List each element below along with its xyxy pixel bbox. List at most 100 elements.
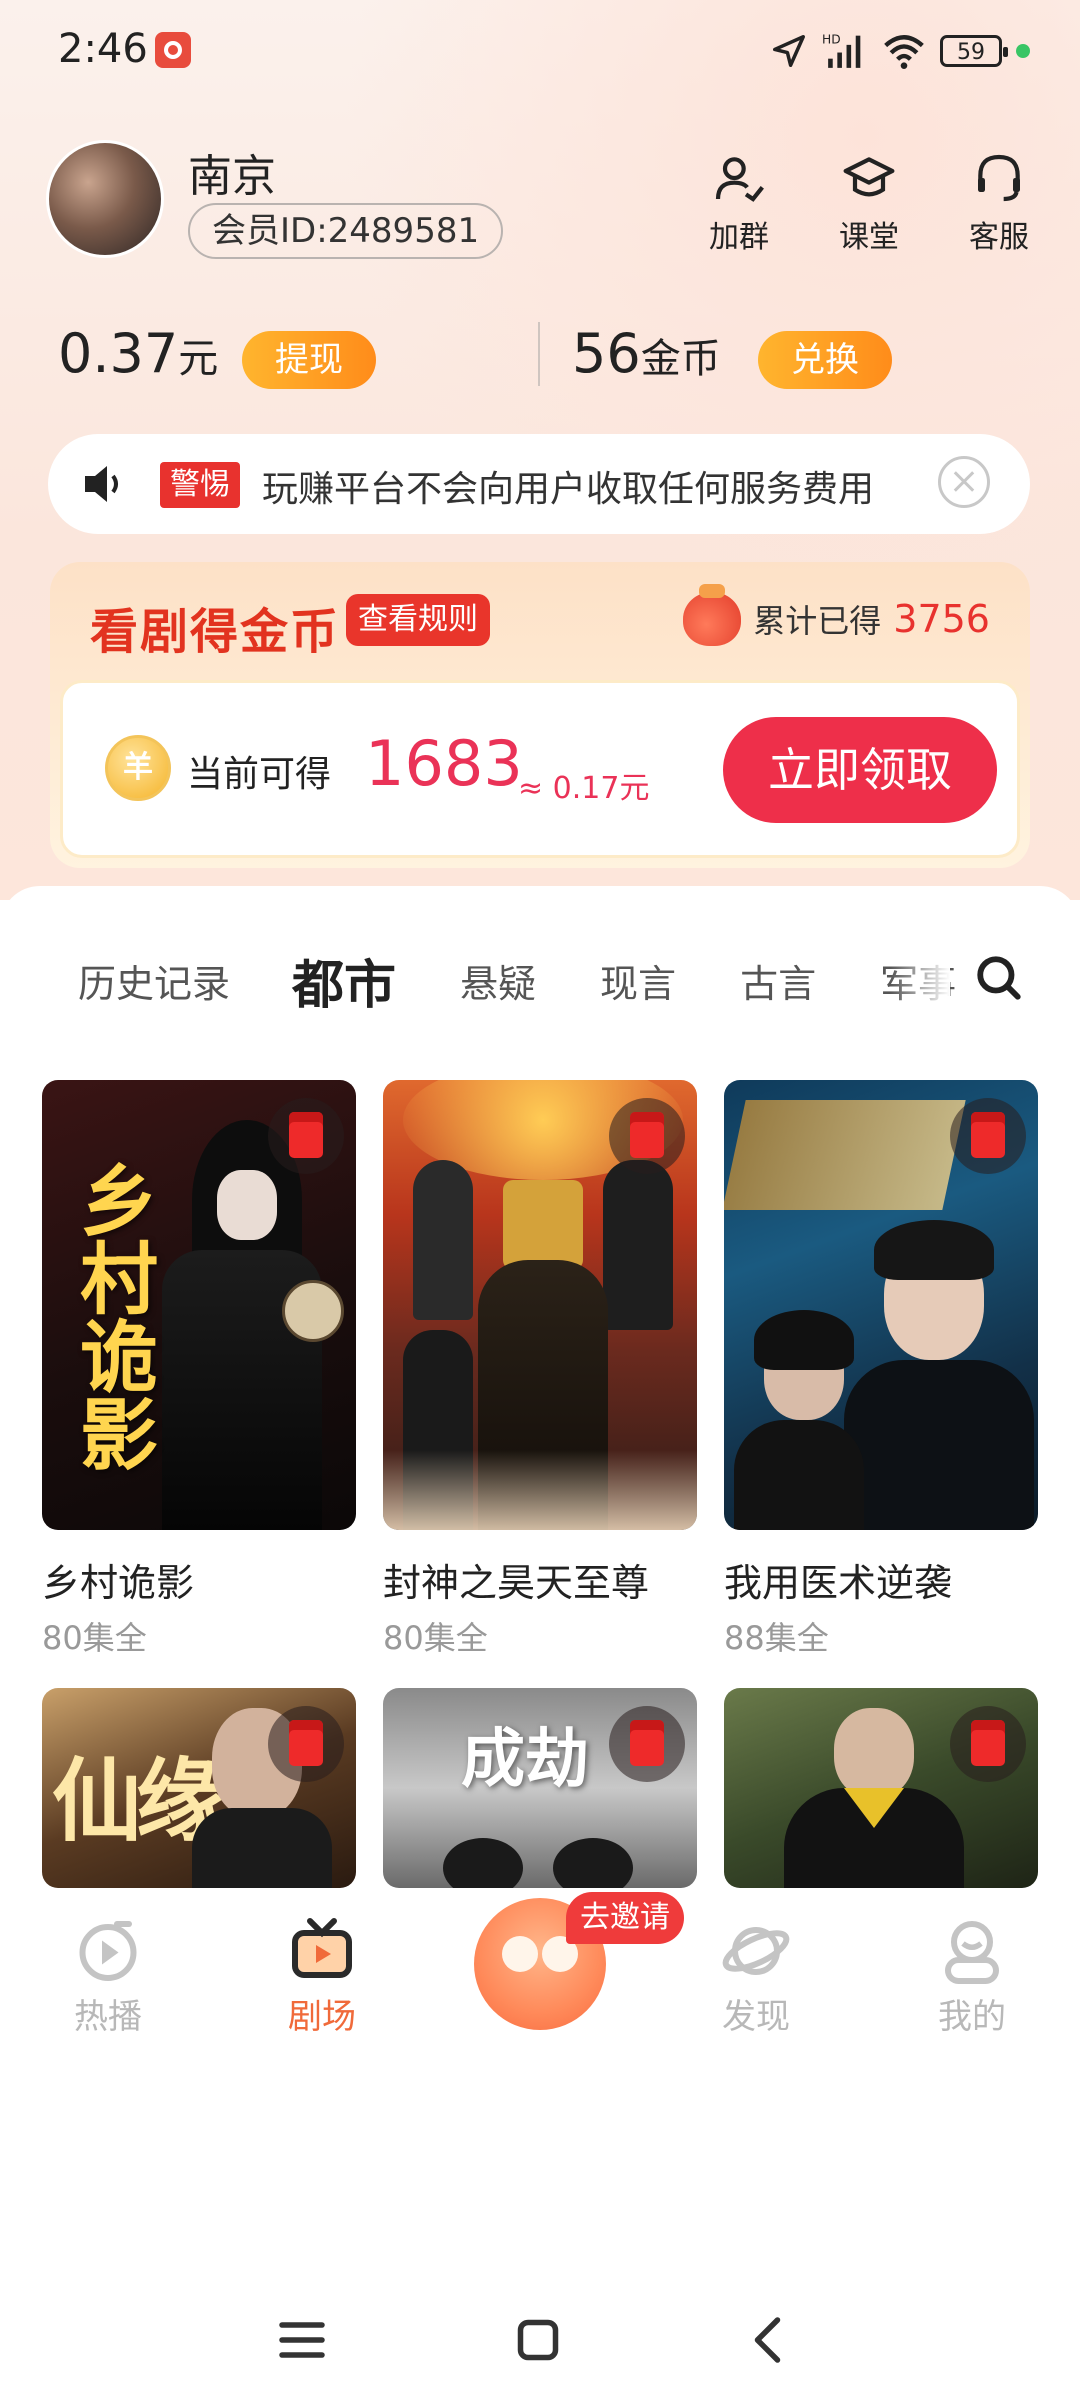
classroom-label: 课堂: [839, 220, 899, 255]
notice-warning-tag: 警惕: [160, 462, 240, 508]
red-packet-icon[interactable]: [609, 1098, 685, 1174]
battery-icon: 59: [940, 35, 1008, 67]
tv-icon: [292, 1918, 352, 1978]
drama-card[interactable]: [724, 1688, 1038, 1888]
customer-service-label: 客服: [969, 220, 1029, 255]
system-navigation-bar: [0, 2270, 1080, 2400]
coin-value: 56: [572, 322, 641, 385]
back-icon[interactable]: [740, 2310, 800, 2370]
nav-theater-label: 剧场: [288, 1997, 356, 2037]
notice-bar: 警惕 玩赚平台不会向用户收取任何服务费用: [48, 434, 1030, 534]
money-bag-icon: [683, 584, 742, 646]
nav-discover-label: 发现: [722, 1997, 790, 2037]
nav-hot[interactable]: 热播: [48, 1915, 168, 2038]
privacy-indicator-dot: [1016, 44, 1030, 58]
drama-title: 乡村诡影: [42, 1561, 195, 1605]
red-packet-icon[interactable]: [268, 1098, 344, 1174]
red-packet-icon[interactable]: [609, 1706, 685, 1782]
drama-card[interactable]: 乡村诡影 乡村诡影 80集全: [42, 1080, 356, 1659]
customer-service-button[interactable]: 客服: [958, 150, 1040, 256]
total-earned-value: 3756: [893, 597, 990, 641]
nav-profile-label: 我的: [938, 1997, 1006, 2037]
nav-profile[interactable]: 我的: [912, 1915, 1032, 2038]
drama-episode-count: 80集全: [383, 1619, 488, 1657]
drama-poster: [724, 1080, 1038, 1530]
reward-title: 看剧得金币: [90, 604, 341, 660]
balance-divider: [538, 322, 540, 386]
drama-card[interactable]: 成劫: [383, 1688, 697, 1888]
nav-hot-label: 热播: [74, 1997, 142, 2037]
drama-poster: [383, 1080, 697, 1530]
tab-suspense[interactable]: 悬疑: [460, 953, 536, 1008]
withdraw-button[interactable]: 提现: [242, 331, 376, 389]
cash-value: 0.37: [58, 322, 179, 385]
location-arrow-icon: [773, 35, 805, 67]
current-reward-approx: ≈ 0.17元: [518, 771, 650, 806]
headset-icon: [978, 154, 1020, 202]
menu-icon[interactable]: [272, 2310, 332, 2370]
drama-card[interactable]: 我用医术逆袭 88集全: [724, 1080, 1038, 1659]
tab-ancient-romance[interactable]: 古言: [740, 953, 816, 1008]
drama-poster: 乡村诡影: [42, 1080, 356, 1530]
network-label: HD: [822, 32, 841, 46]
status-icons: HD 59: [770, 26, 1030, 76]
status-time: 2:46: [58, 26, 148, 72]
notice-text: 玩赚平台不会向用户收取任何服务费用: [262, 469, 875, 510]
planet-icon: [722, 1927, 790, 1975]
nav-discover[interactable]: 发现: [696, 1915, 816, 2038]
status-bar: 2:46 HD 59: [0, 0, 1080, 100]
tab-fade: [890, 945, 950, 1015]
red-packet-icon[interactable]: [950, 1706, 1026, 1782]
notification-app-icon: [155, 32, 191, 68]
search-icon[interactable]: [974, 953, 1024, 1003]
tab-modern-romance[interactable]: 现言: [600, 953, 676, 1008]
join-group-label: 加群: [709, 220, 769, 255]
speaker-icon: [85, 466, 118, 502]
red-packet-icon[interactable]: [950, 1098, 1026, 1174]
drama-poster: 仙缘: [42, 1688, 356, 1888]
signal-icon: HD: [822, 32, 861, 68]
drama-episode-count: 88集全: [724, 1619, 829, 1657]
home-icon[interactable]: [508, 2310, 568, 2370]
avatar[interactable]: [46, 140, 164, 258]
play-circle-icon: [79, 1921, 137, 1981]
profile-icon: [945, 1921, 999, 1984]
cash-balance: 0.37元: [58, 322, 218, 385]
drama-poster: [724, 1688, 1038, 1888]
drama-card[interactable]: 仙缘: [42, 1688, 356, 1888]
drama-title: 封神之昊天至尊: [383, 1561, 650, 1605]
cash-unit: 元: [178, 336, 219, 382]
nav-theater[interactable]: 剧场: [262, 1915, 382, 2038]
member-id-badge[interactable]: 会员ID:2489581: [188, 203, 504, 259]
coin-icon: 羊: [105, 735, 171, 801]
total-earned: 累计已得 3756: [683, 584, 990, 646]
current-reward-panel: 羊 当前可得 1683 ≈ 0.17元 立即领取: [60, 680, 1020, 858]
tab-urban[interactable]: 都市: [292, 943, 396, 1020]
tab-history[interactable]: 历史记录: [78, 953, 230, 1008]
wifi-icon: [884, 35, 924, 69]
watch-reward-card: 看剧得金币 查看规则 累计已得 3756 羊 当前可得 1683 ≈ 0.17元…: [50, 562, 1030, 868]
drama-poster: 成劫: [383, 1688, 697, 1888]
graduation-cap-icon: [843, 157, 895, 197]
poster-title: 成劫: [461, 1723, 589, 1797]
poster-title: 乡村诡影: [67, 1160, 157, 1472]
username: 南京: [188, 151, 276, 202]
drama-episode-count: 80集全: [42, 1619, 147, 1657]
exchange-button[interactable]: 兑换: [758, 331, 892, 389]
claim-now-button[interactable]: 立即领取: [723, 717, 997, 823]
invite-badge[interactable]: 去邀请: [566, 1892, 684, 1944]
view-rules-button[interactable]: 查看规则: [346, 594, 490, 646]
top-action-bar: 加群 课堂 客服: [698, 150, 1040, 256]
coin-balance: 56金币: [572, 322, 721, 385]
category-tabs: 历史记录 都市 悬疑 现言 古言 军事: [0, 940, 1000, 1020]
close-icon[interactable]: [938, 456, 990, 508]
drama-title: 我用医术逆袭: [724, 1561, 953, 1605]
red-packet-icon[interactable]: [268, 1706, 344, 1782]
current-reward-label: 当前可得: [187, 754, 332, 795]
classroom-button[interactable]: 课堂: [828, 150, 910, 256]
coin-unit: 金币: [640, 336, 721, 382]
join-group-button[interactable]: 加群: [698, 150, 780, 256]
user-group-icon: [715, 157, 764, 202]
total-earned-label: 累计已得: [753, 602, 882, 640]
drama-card[interactable]: 封神之昊天至尊 80集全: [383, 1080, 697, 1659]
